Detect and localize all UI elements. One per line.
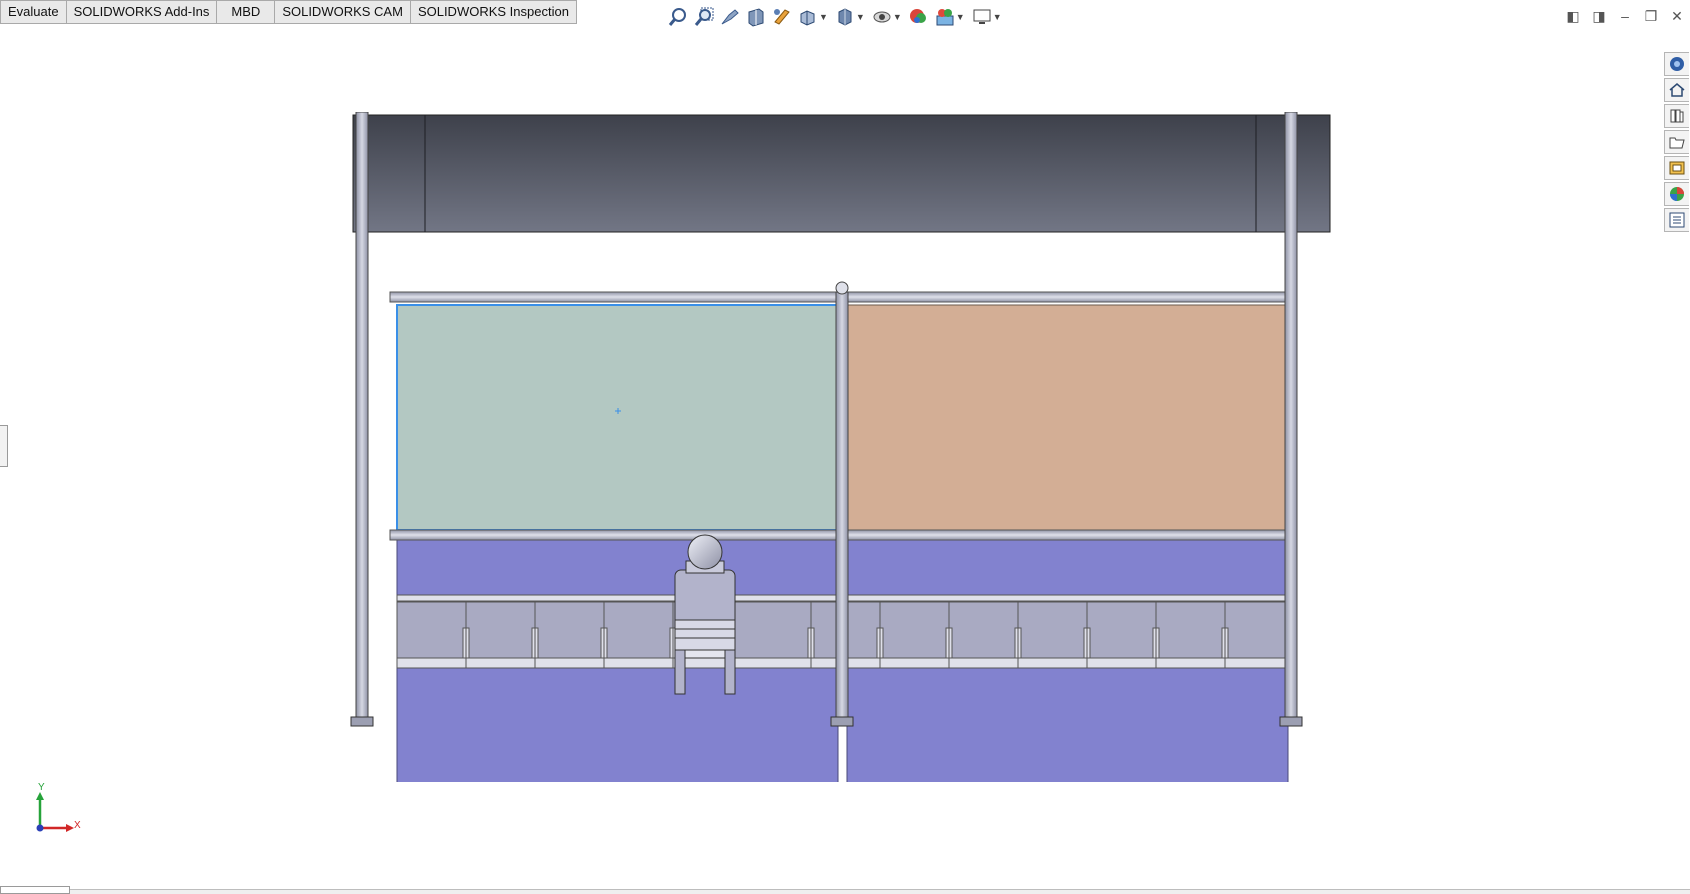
design-library-icon[interactable] — [1664, 104, 1689, 128]
triad-y-label: Y — [38, 782, 45, 793]
view-settings-icon[interactable] — [969, 4, 995, 30]
glass-panel-left[interactable] — [396, 304, 839, 531]
chevron-down-icon[interactable]: ▼ — [819, 12, 828, 22]
heads-up-view-toolbar: ▼ ▼ ▼ ▼ ▼ — [665, 4, 1006, 30]
tab-solidworks-cam[interactable]: SOLIDWORKS CAM — [275, 0, 411, 24]
edit-appearance-icon[interactable] — [906, 4, 932, 30]
tile-left-icon[interactable]: ◧ — [1560, 6, 1586, 26]
zoom-to-area-icon[interactable] — [691, 4, 717, 30]
reference-triad: Y X — [30, 782, 90, 842]
zoom-to-fit-icon[interactable] — [665, 4, 691, 30]
solidworks-resources-icon[interactable] — [1664, 52, 1689, 76]
appearances-scenes-icon[interactable] — [1664, 182, 1689, 206]
chevron-down-icon[interactable]: ▼ — [956, 12, 965, 22]
window-controls: ◧ ◨ – ❐ ✕ — [1560, 6, 1690, 26]
custom-properties-icon[interactable] — [1664, 208, 1689, 232]
section-view-icon[interactable] — [743, 4, 769, 30]
home-icon[interactable] — [1664, 78, 1689, 102]
command-manager-tabs: Evaluate SOLIDWORKS Add-Ins MBD SOLIDWOR… — [0, 0, 577, 24]
previous-view-icon[interactable] — [717, 4, 743, 30]
glass-panel-right — [846, 304, 1289, 531]
display-style-icon[interactable] — [832, 4, 858, 30]
bottom-tab-strip — [0, 889, 1690, 894]
model-graphics-view[interactable] — [350, 112, 1335, 782]
model-tab[interactable] — [0, 886, 70, 894]
chevron-down-icon[interactable]: ▼ — [856, 12, 865, 22]
triad-x-label: X — [74, 820, 81, 831]
tab-evaluate[interactable]: Evaluate — [0, 0, 67, 24]
chevron-down-icon[interactable]: ▼ — [993, 12, 1002, 22]
view-palette-icon[interactable] — [1664, 156, 1689, 180]
file-explorer-icon[interactable] — [1664, 130, 1689, 154]
tab-mbd[interactable]: MBD — [217, 0, 276, 24]
dynamic-annotation-views-icon[interactable] — [769, 4, 795, 30]
tab-solidworks-inspection[interactable]: SOLIDWORKS Inspection — [410, 0, 577, 24]
view-orientation-icon[interactable] — [795, 4, 821, 30]
task-pane-tabs — [1664, 52, 1690, 234]
hide-show-items-icon[interactable] — [869, 4, 895, 30]
tile-right-icon[interactable]: ◨ — [1586, 6, 1612, 26]
restore-icon[interactable]: ❐ — [1638, 6, 1664, 26]
feature-manager-collapse-handle[interactable] — [0, 425, 8, 467]
minimize-icon[interactable]: – — [1612, 6, 1638, 26]
close-icon[interactable]: ✕ — [1664, 6, 1690, 26]
chevron-down-icon[interactable]: ▼ — [893, 12, 902, 22]
tab-solidworks-add-ins[interactable]: SOLIDWORKS Add-Ins — [66, 0, 218, 24]
axis-triad-icon — [36, 792, 74, 832]
apply-scene-icon[interactable] — [932, 4, 958, 30]
roof-canopy — [352, 114, 1331, 233]
